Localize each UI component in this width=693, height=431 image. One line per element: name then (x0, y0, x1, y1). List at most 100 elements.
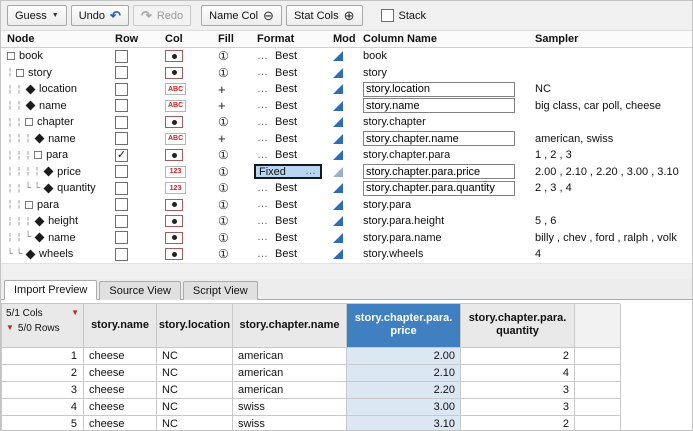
occurrence-icon[interactable] (165, 116, 183, 128)
character-type-icon[interactable]: ABC (165, 83, 186, 95)
stack-checkbox[interactable] (381, 9, 394, 22)
format-selector[interactable]: …Best (253, 67, 297, 79)
rows-disclosure-icon[interactable]: ▼ (6, 324, 14, 332)
format-selector[interactable]: …Best (253, 248, 297, 260)
preview-cell[interactable]: 2 (461, 348, 575, 365)
preview-cell[interactable]: swiss (233, 416, 347, 431)
tab-script-view[interactable]: Script View (183, 281, 258, 300)
stat-cols-button[interactable]: Stat Cols ⊕ (286, 5, 363, 26)
name-col-button[interactable]: Name Col ⊖ (201, 5, 282, 26)
fill-circle-one-icon[interactable]: ① (218, 67, 229, 79)
tree-row-name[interactable]: ¦¦nameABC+…Bestbig class, car poll, chee… (1, 98, 692, 115)
fill-circle-one-icon[interactable]: ① (218, 50, 229, 62)
fill-plus-icon[interactable]: + (218, 132, 226, 145)
row-checkbox[interactable] (115, 132, 128, 145)
preview-cell[interactable]: cheese (84, 382, 157, 399)
tree-row-price[interactable]: ¦¦¦¦price123①Fixed…2.00 , 2.10 , 2.20 , … (1, 164, 692, 181)
format-selector[interactable]: Fixed… (254, 164, 322, 179)
fill-plus-icon[interactable]: + (218, 83, 226, 96)
fill-circle-one-icon[interactable]: ① (218, 116, 229, 128)
mod-triangle-icon[interactable] (333, 200, 343, 210)
preview-cell[interactable]: swiss (233, 399, 347, 416)
mod-triangle-icon[interactable] (333, 216, 343, 226)
row-checkbox[interactable] (115, 198, 128, 211)
column-name-input[interactable] (363, 164, 515, 179)
preview-cell[interactable]: NC (157, 416, 233, 431)
preview-cell[interactable]: NC (157, 382, 233, 399)
preview-cell[interactable]: cheese (84, 416, 157, 431)
column-name-input[interactable] (363, 98, 515, 113)
tree-row-book[interactable]: book①…Bestbook (1, 48, 692, 65)
row-checkbox[interactable] (115, 66, 128, 79)
preview-cell[interactable]: 2.00 (347, 348, 461, 365)
fill-circle-one-icon[interactable]: ① (218, 248, 229, 260)
occurrence-icon[interactable] (165, 149, 183, 161)
character-type-icon[interactable]: ABC (165, 133, 186, 145)
mod-triangle-icon[interactable] (333, 51, 343, 61)
preview-cell[interactable]: 3.10 (347, 416, 461, 431)
format-selector[interactable]: …Best (253, 199, 297, 211)
row-checkbox[interactable] (115, 99, 128, 112)
mod-triangle-icon[interactable] (333, 68, 343, 78)
numeric-type-icon[interactable]: 123 (165, 182, 186, 194)
tree-row-wheels[interactable]: └└wheels①…Beststory.wheels4 (1, 246, 692, 263)
occurrence-icon[interactable] (165, 50, 183, 62)
preview-column-header[interactable]: story.location (157, 304, 233, 348)
columns-disclosure-icon[interactable]: ▼ (71, 309, 79, 317)
row-checkbox[interactable] (115, 248, 128, 261)
fill-circle-one-icon[interactable]: ① (218, 182, 229, 194)
occurrence-icon[interactable] (165, 67, 183, 79)
undo-button[interactable]: Undo ↶ (71, 5, 129, 26)
format-selector[interactable]: …Best (253, 182, 297, 194)
row-checkbox[interactable] (115, 165, 128, 178)
preview-cell[interactable]: 2.20 (347, 382, 461, 399)
preview-cell[interactable]: 3 (461, 382, 575, 399)
mod-triangle-icon[interactable] (333, 150, 343, 160)
column-name-input[interactable] (363, 181, 515, 196)
row-checkbox[interactable] (115, 215, 128, 228)
preview-column-header[interactable]: story.chapter.para.quantity (461, 304, 575, 348)
preview-column-header[interactable]: story.chapter.para.price (347, 304, 461, 348)
tree-row-height[interactable]: ¦¦¦height①…Beststory.para.height5 , 6 (1, 213, 692, 230)
tree-row-chapter[interactable]: ¦¦chapter①…Beststory.chapter (1, 114, 692, 131)
preview-cell[interactable]: american (233, 382, 347, 399)
tab-source-view[interactable]: Source View (99, 281, 181, 300)
preview-cell[interactable]: 4 (461, 365, 575, 382)
preview-cell[interactable]: cheese (84, 365, 157, 382)
numeric-type-icon[interactable]: 123 (165, 166, 186, 178)
column-name-input[interactable] (363, 82, 515, 97)
tree-row-location[interactable]: ¦¦locationABC+…BestNC (1, 81, 692, 98)
fill-plus-icon[interactable]: + (218, 99, 226, 112)
preview-cell[interactable]: american (233, 348, 347, 365)
occurrence-icon[interactable] (165, 215, 183, 227)
row-checkbox[interactable]: ✓ (115, 149, 128, 162)
format-selector[interactable]: …Best (253, 116, 297, 128)
preview-column-header[interactable]: story.chapter.name (233, 304, 347, 348)
row-number[interactable]: 4 (2, 399, 84, 416)
tree-row-name[interactable]: ¦¦└name①…Beststory.para.namebilly , chev… (1, 230, 692, 247)
fill-circle-one-icon[interactable]: ① (218, 166, 229, 178)
occurrence-icon[interactable] (165, 248, 183, 260)
redo-button[interactable]: ↷ Redo (133, 5, 191, 26)
tree-row-para[interactable]: ¦¦¦para✓①…Beststory.chapter.para1 , 2 , … (1, 147, 692, 164)
preview-cell[interactable]: 2.10 (347, 365, 461, 382)
row-checkbox[interactable] (115, 50, 128, 63)
mod-triangle-icon[interactable] (333, 101, 343, 111)
preview-cell[interactable]: NC (157, 399, 233, 416)
format-selector[interactable]: …Best (253, 149, 297, 161)
row-checkbox[interactable] (115, 116, 128, 129)
preview-column-header[interactable]: story.name (84, 304, 157, 348)
format-selector[interactable]: …Best (253, 83, 297, 95)
preview-cell[interactable]: cheese (84, 399, 157, 416)
column-name-input[interactable] (363, 131, 515, 146)
mod-triangle-icon[interactable] (333, 117, 343, 127)
tree-row-name[interactable]: ¦¦¦nameABC+…Bestamerican, swiss (1, 131, 692, 148)
preview-cell[interactable]: NC (157, 348, 233, 365)
preview-cell[interactable]: 3 (461, 399, 575, 416)
tree-row-story[interactable]: ¦story①…Beststory (1, 65, 692, 82)
format-selector[interactable]: …Best (253, 100, 297, 112)
row-number[interactable]: 5 (2, 416, 84, 431)
preview-cell[interactable]: 3.00 (347, 399, 461, 416)
row-checkbox[interactable] (115, 231, 128, 244)
mod-triangle-icon[interactable] (333, 233, 343, 243)
